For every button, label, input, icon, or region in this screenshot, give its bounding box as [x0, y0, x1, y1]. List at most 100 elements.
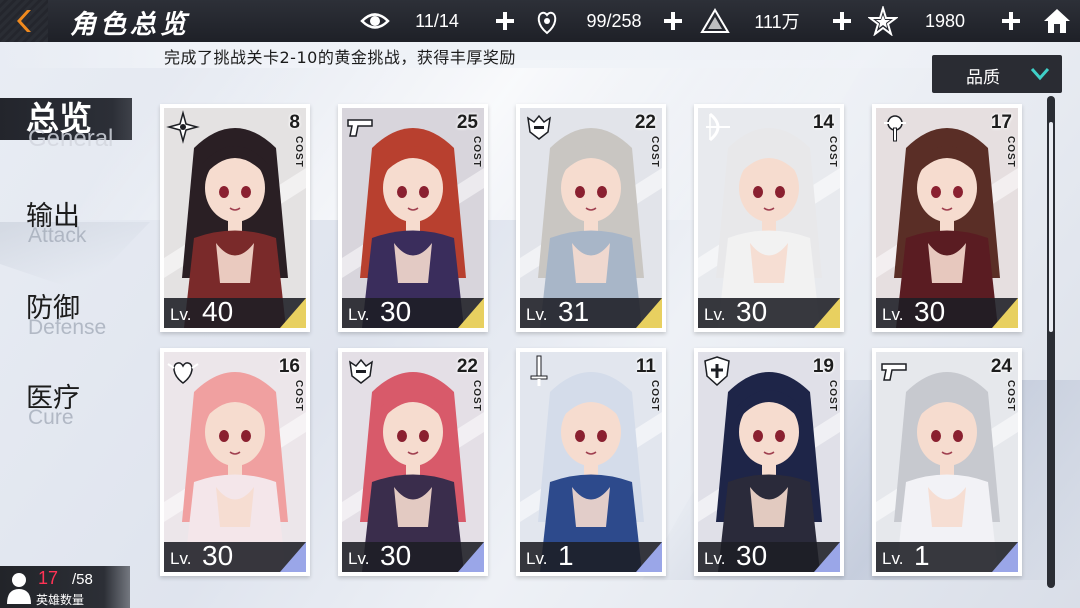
level-bar: Lv. 30	[342, 540, 484, 572]
character-card[interactable]: 25 COST Lv. 30	[338, 104, 488, 332]
resource-value: 99/258	[586, 10, 642, 31]
hero-count-label: 英雄数量	[36, 593, 85, 607]
cost-label: COST	[1005, 136, 1016, 168]
cost-value: 25	[456, 112, 478, 133]
card-frame: 8 COST Lv. 40	[164, 108, 306, 328]
rarity-marker	[458, 542, 484, 572]
level-value: 30	[380, 296, 412, 327]
level-value: 30	[736, 540, 768, 571]
category-subtitle: General	[28, 125, 114, 152]
category-cure[interactable]: 医疗 Cure	[0, 376, 150, 436]
level-bar: Lv. 30	[698, 296, 840, 328]
person-icon	[7, 573, 31, 604]
level-value: 30	[380, 540, 412, 571]
chevron-down-icon	[1030, 68, 1050, 81]
level-prefix: Lv.	[882, 305, 904, 324]
category-defense[interactable]: 防御 Defense	[0, 286, 150, 346]
resource-gold: 111万	[698, 0, 822, 42]
level-bar: Lv. 1	[520, 540, 662, 572]
resource-diamond: 1980	[866, 0, 990, 42]
shuriken-icon	[164, 108, 202, 146]
level-prefix: Lv.	[348, 549, 370, 568]
back-button[interactable]	[0, 0, 48, 42]
character-card[interactable]: 17 COST Lv. 30	[872, 104, 1022, 332]
level-bar: Lv. 30	[164, 540, 306, 572]
level-value: 1	[914, 540, 930, 571]
back-arrow-icon	[17, 10, 31, 32]
character-card[interactable]: 8 COST Lv. 40	[160, 104, 310, 332]
card-frame: 11 COST Lv. 1	[520, 352, 662, 572]
add-slots-button[interactable]	[492, 8, 518, 34]
add-gold-button[interactable]	[829, 8, 855, 34]
sort-label: 品质	[966, 68, 1000, 88]
level-bar: Lv. 30	[876, 296, 1018, 328]
rarity-marker	[814, 298, 840, 328]
cost-value: 16	[278, 356, 300, 377]
home-button[interactable]	[1040, 4, 1074, 38]
cost-label: COST	[649, 380, 660, 412]
level-value: 30	[914, 296, 946, 327]
level-prefix: Lv.	[882, 549, 904, 568]
level-value: 30	[202, 540, 234, 571]
category-attack[interactable]: 输出 Attack	[0, 194, 150, 254]
character-card[interactable]: 22 COST Lv. 30	[338, 348, 488, 576]
cost-label: COST	[649, 136, 660, 168]
rarity-marker	[992, 298, 1018, 328]
cost-label: COST	[827, 136, 838, 168]
level-bar: Lv. 30	[698, 540, 840, 572]
character-card[interactable]: 24 COST Lv. 1	[872, 348, 1022, 576]
wand-icon	[876, 108, 914, 146]
character-card[interactable]: 19 COST Lv. 30	[694, 348, 844, 576]
character-card[interactable]: 22 COST Lv. 31	[516, 104, 666, 332]
sort-dropdown[interactable]: 品质	[932, 55, 1062, 93]
hero-count-max: /58	[72, 571, 93, 588]
character-card[interactable]: 14 COST Lv. 30	[694, 104, 844, 332]
level-bar: Lv. 40	[164, 296, 306, 328]
cost-value: 14	[812, 112, 834, 133]
star-crystal-icon	[866, 4, 900, 38]
notice-bar	[0, 42, 1080, 68]
level-bar: Lv. 30	[342, 296, 484, 328]
resource-slots: 11/14	[358, 0, 482, 42]
level-value: 40	[202, 296, 234, 327]
level-prefix: Lv.	[526, 549, 548, 568]
card-frame: 22 COST Lv. 31	[520, 108, 662, 328]
cost-value: 19	[812, 356, 834, 377]
level-value: 31	[558, 296, 590, 327]
cost-label: COST	[827, 380, 838, 412]
page-title: 角色总览	[70, 10, 191, 40]
home-icon	[1044, 9, 1070, 33]
cost-label: COST	[293, 136, 304, 168]
level-prefix: Lv.	[526, 305, 548, 324]
heart-wing-icon	[164, 352, 202, 390]
level-prefix: Lv.	[348, 305, 370, 324]
cost-value: 17	[990, 112, 1012, 133]
character-card[interactable]: 16 COST Lv. 30	[160, 348, 310, 576]
add-diamond-button[interactable]	[998, 8, 1024, 34]
hero-count-panel: 17 /58 英雄数量	[0, 566, 130, 608]
gun-icon	[876, 352, 914, 390]
card-frame: 19 COST Lv. 30	[698, 352, 840, 572]
card-frame: 25 COST Lv. 30	[342, 108, 484, 328]
card-frame: 24 COST Lv. 1	[876, 352, 1018, 572]
add-stamina-button[interactable]	[660, 8, 686, 34]
level-prefix: Lv.	[704, 549, 726, 568]
category-subtitle: Attack	[28, 224, 87, 247]
cost-label: COST	[471, 136, 482, 168]
cost-value: 24	[990, 356, 1012, 377]
rarity-marker	[814, 542, 840, 572]
cost-value: 8	[289, 112, 300, 133]
rarity-marker	[458, 298, 484, 328]
card-frame: 16 COST Lv. 30	[164, 352, 306, 572]
notice-text: 完成了挑战关卡2-10的黄金挑战，获得丰厚奖励	[164, 48, 516, 67]
character-card[interactable]: 11 COST Lv. 1	[516, 348, 666, 576]
level-prefix: Lv.	[170, 549, 192, 568]
card-frame: 22 COST Lv. 30	[342, 352, 484, 572]
eye-icon	[358, 4, 392, 38]
bow-icon	[698, 108, 736, 146]
category-subtitle: Cure	[28, 406, 74, 429]
cost-value: 22	[634, 112, 656, 133]
level-prefix: Lv.	[704, 305, 726, 324]
scrollbar-thumb[interactable]	[1049, 122, 1053, 332]
category-general[interactable]: 总览 General	[0, 88, 150, 158]
